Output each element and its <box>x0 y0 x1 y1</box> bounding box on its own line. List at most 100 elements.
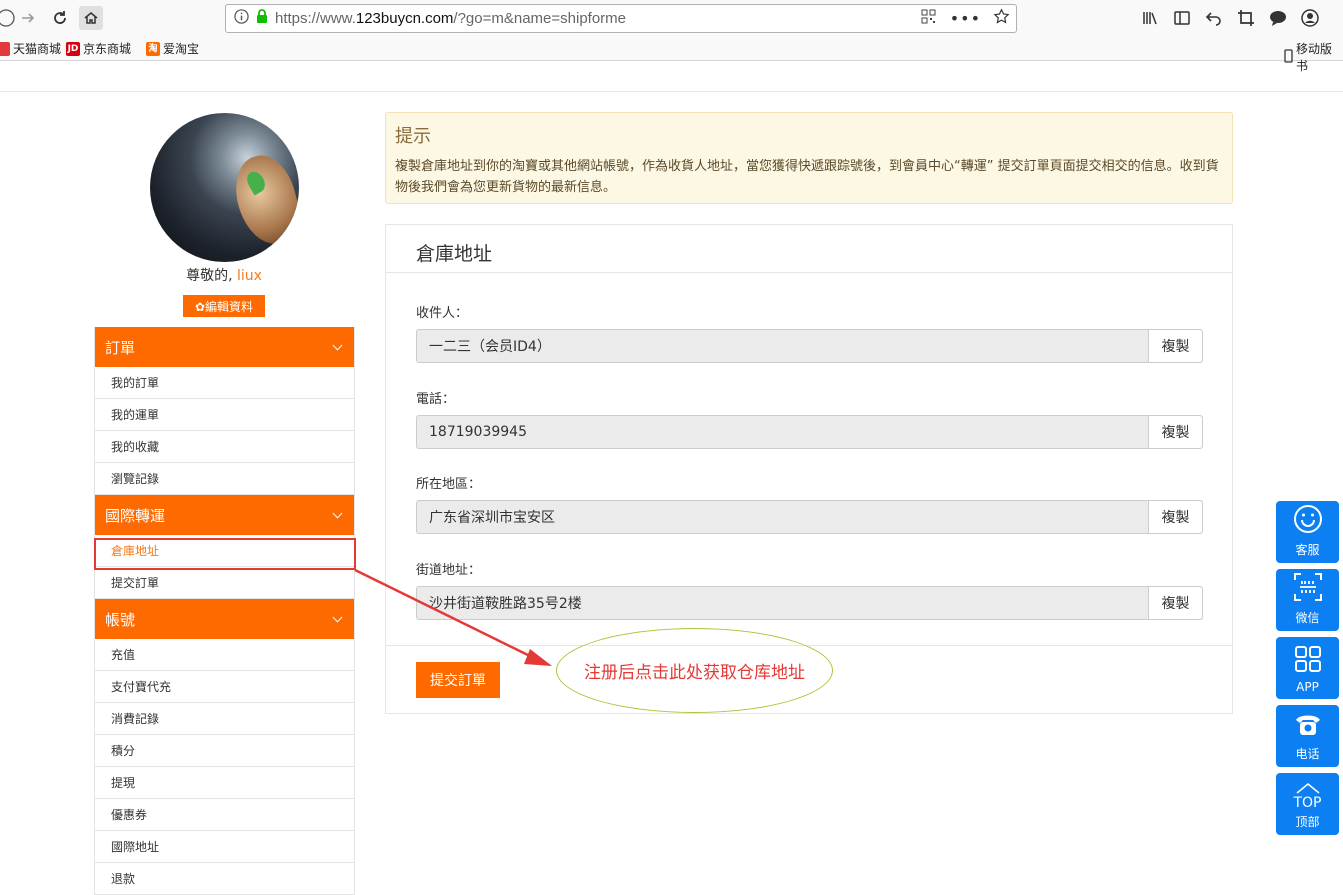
recipient-value[interactable]: 一二三（会员ID4） <box>417 330 1148 362</box>
library-icon[interactable] <box>1141 9 1159 31</box>
chevron-down-icon <box>332 612 343 622</box>
bookmarks-bar: 天猫商城 JD 京东商城 淘 爱淘宝 移动版书 <box>0 36 1343 73</box>
menu-group-title: 國際轉運 <box>105 506 166 525</box>
menu-group-title: 帳號 <box>105 610 136 629</box>
tip-box: 提示 複製倉庫地址到你的淘寶或其他網站帳號，作為收貨人地址，當您獲得快遞跟踪號後… <box>385 112 1233 204</box>
browser-toolbar: https://www.123buycn.com/?go=m&name=ship… <box>0 0 1343 36</box>
qrcode-icon <box>1293 572 1323 605</box>
crop-icon[interactable] <box>1237 9 1255 31</box>
bookmark-tmall[interactable]: 天猫商城 <box>0 40 61 57</box>
menu-group-orders[interactable]: 訂單 <box>95 327 354 367</box>
sidebar-icon[interactable] <box>1173 9 1191 31</box>
url-bar[interactable]: https://www.123buycn.com/?go=m&name=ship… <box>225 4 1017 33</box>
lock-icon <box>255 9 269 28</box>
sidebar-item-submit-order[interactable]: 提交訂單 <box>95 567 354 599</box>
sidebar-item-favorites[interactable]: 我的收藏 <box>95 431 354 463</box>
bookmark-label: 京东商城 <box>83 42 132 56</box>
tip-text: 複製倉庫地址到你的淘寶或其他網站帳號，作為收貨人地址，當您獲得快遞跟踪號後，到會… <box>395 159 1219 195</box>
sidebar-item-points[interactable]: 積分 <box>95 735 354 767</box>
copy-recipient-button[interactable]: 複製 <box>1148 330 1202 362</box>
sidebar-item-recharge[interactable]: 充值 <box>95 639 354 671</box>
menu-group-account[interactable]: 帳號 <box>95 599 354 639</box>
reload-icon[interactable] <box>48 6 72 30</box>
copy-phone-button[interactable]: 複製 <box>1148 416 1202 448</box>
info-icon[interactable] <box>234 9 249 28</box>
float-service-button[interactable]: 客服 <box>1276 501 1339 563</box>
bookmark-label: 天猫商城 <box>13 42 62 56</box>
sidebar-item-my-waybills[interactable]: 我的運單 <box>95 399 354 431</box>
star-icon[interactable] <box>993 8 1010 29</box>
float-wechat-button[interactable]: 微信 <box>1276 569 1339 631</box>
undo-icon[interactable] <box>1205 9 1223 31</box>
bookmark-taobao[interactable]: 淘 爱淘宝 <box>146 40 199 57</box>
street-value[interactable]: 沙井街道鞍胜路35号2楼 <box>417 587 1148 619</box>
chevron-down-icon <box>332 340 343 350</box>
more-icon[interactable]: ••• <box>950 9 981 28</box>
forward-icon[interactable] <box>16 6 40 30</box>
sidebar-item-history[interactable]: 瀏覽記錄 <box>95 463 354 495</box>
username[interactable]: liux <box>237 268 262 284</box>
copy-region-button[interactable]: 複製 <box>1148 501 1202 533</box>
float-label: APP <box>1296 680 1319 694</box>
sidebar-item-withdraw[interactable]: 提現 <box>95 767 354 799</box>
recipient-field: 一二三（会员ID4） 複製 <box>416 329 1203 363</box>
submit-order-button[interactable]: 提交訂單 <box>416 662 500 698</box>
phone-label: 電話： <box>416 392 456 407</box>
float-top-button[interactable]: TOP 顶部 <box>1276 773 1339 835</box>
avatar <box>150 113 299 262</box>
float-label: 微信 <box>1295 611 1320 625</box>
chat-icon[interactable] <box>1269 9 1287 31</box>
tmall-icon <box>0 41 10 56</box>
float-phone-button[interactable]: 电话 <box>1276 705 1339 767</box>
phone-value[interactable]: 18719039945 <box>417 416 1148 448</box>
divider <box>386 272 1232 273</box>
url-path: /?go=m&name=shipforme <box>453 10 627 27</box>
url-domain: 123buycn.com <box>355 10 454 27</box>
region-field: 广东省深圳市宝安区 複製 <box>416 500 1203 534</box>
greeting-text: 尊敬的, <box>186 268 233 284</box>
sidebar-item-alipay-recharge[interactable]: 支付寶代充 <box>95 671 354 703</box>
sidebar-item-refund[interactable]: 退款 <box>95 863 354 895</box>
url-prefix: https://www. <box>275 10 356 27</box>
chevron-down-icon <box>332 508 343 518</box>
bookmark-label: 爱淘宝 <box>163 42 200 56</box>
copy-street-button[interactable]: 複製 <box>1148 587 1202 619</box>
street-field: 沙井街道鞍胜路35号2楼 複製 <box>416 586 1203 620</box>
street-label: 街道地址： <box>416 563 482 578</box>
region-label: 所在地區： <box>416 477 482 492</box>
float-label: 客服 <box>1295 543 1320 557</box>
smile-icon <box>1293 504 1323 537</box>
warehouse-address-panel: 倉庫地址 收件人： 一二三（会员ID4） 複製 電話： 18719039945 … <box>385 224 1233 714</box>
home-icon[interactable] <box>79 6 103 30</box>
menu-group-forwarding[interactable]: 國際轉運 <box>95 495 354 535</box>
tip-title: 提示 <box>395 126 431 147</box>
recipient-label: 收件人： <box>416 306 469 321</box>
bookmark-jd[interactable]: JD 京东商城 <box>66 40 131 57</box>
highlight-box <box>94 538 356 570</box>
url-text[interactable]: https://www.123buycn.com/?go=m&name=ship… <box>275 10 626 27</box>
sidebar-item-my-orders[interactable]: 我的訂單 <box>95 367 354 399</box>
sidebar-item-intl-address[interactable]: 國際地址 <box>95 831 354 863</box>
menu-group-title: 訂單 <box>105 338 136 357</box>
phone-icon <box>1293 710 1323 741</box>
page-header <box>0 61 1343 92</box>
float-label: 顶部 <box>1295 815 1320 829</box>
qrcode-icon[interactable] <box>921 9 936 28</box>
float-label: 电话 <box>1295 747 1320 761</box>
panel-title: 倉庫地址 <box>416 243 493 265</box>
account-icon[interactable] <box>1301 9 1319 31</box>
greeting: 尊敬的, liux <box>94 265 354 285</box>
phone-field: 18719039945 複製 <box>416 415 1203 449</box>
annotation-note: 注册后点击此处获取仓库地址 <box>556 628 833 713</box>
jd-icon: JD <box>66 41 80 56</box>
sidebar-item-spending-records[interactable]: 消費記錄 <box>95 703 354 735</box>
sidebar-item-coupons[interactable]: 優惠券 <box>95 799 354 831</box>
avatar-leaf <box>227 149 299 251</box>
sidebar-menu: 訂單 我的訂單 我的運單 我的收藏 瀏覽記錄 國際轉運 倉庫地址 提交訂單 帳號… <box>94 327 355 895</box>
taobao-icon: 淘 <box>146 41 160 56</box>
region-value[interactable]: 广东省深圳市宝安区 <box>417 501 1148 533</box>
top-text: TOP <box>1293 795 1322 811</box>
edit-profile-button[interactable]: ✿編輯資料 <box>183 295 265 317</box>
app-grid-icon <box>1294 645 1322 676</box>
float-app-button[interactable]: APP <box>1276 637 1339 699</box>
